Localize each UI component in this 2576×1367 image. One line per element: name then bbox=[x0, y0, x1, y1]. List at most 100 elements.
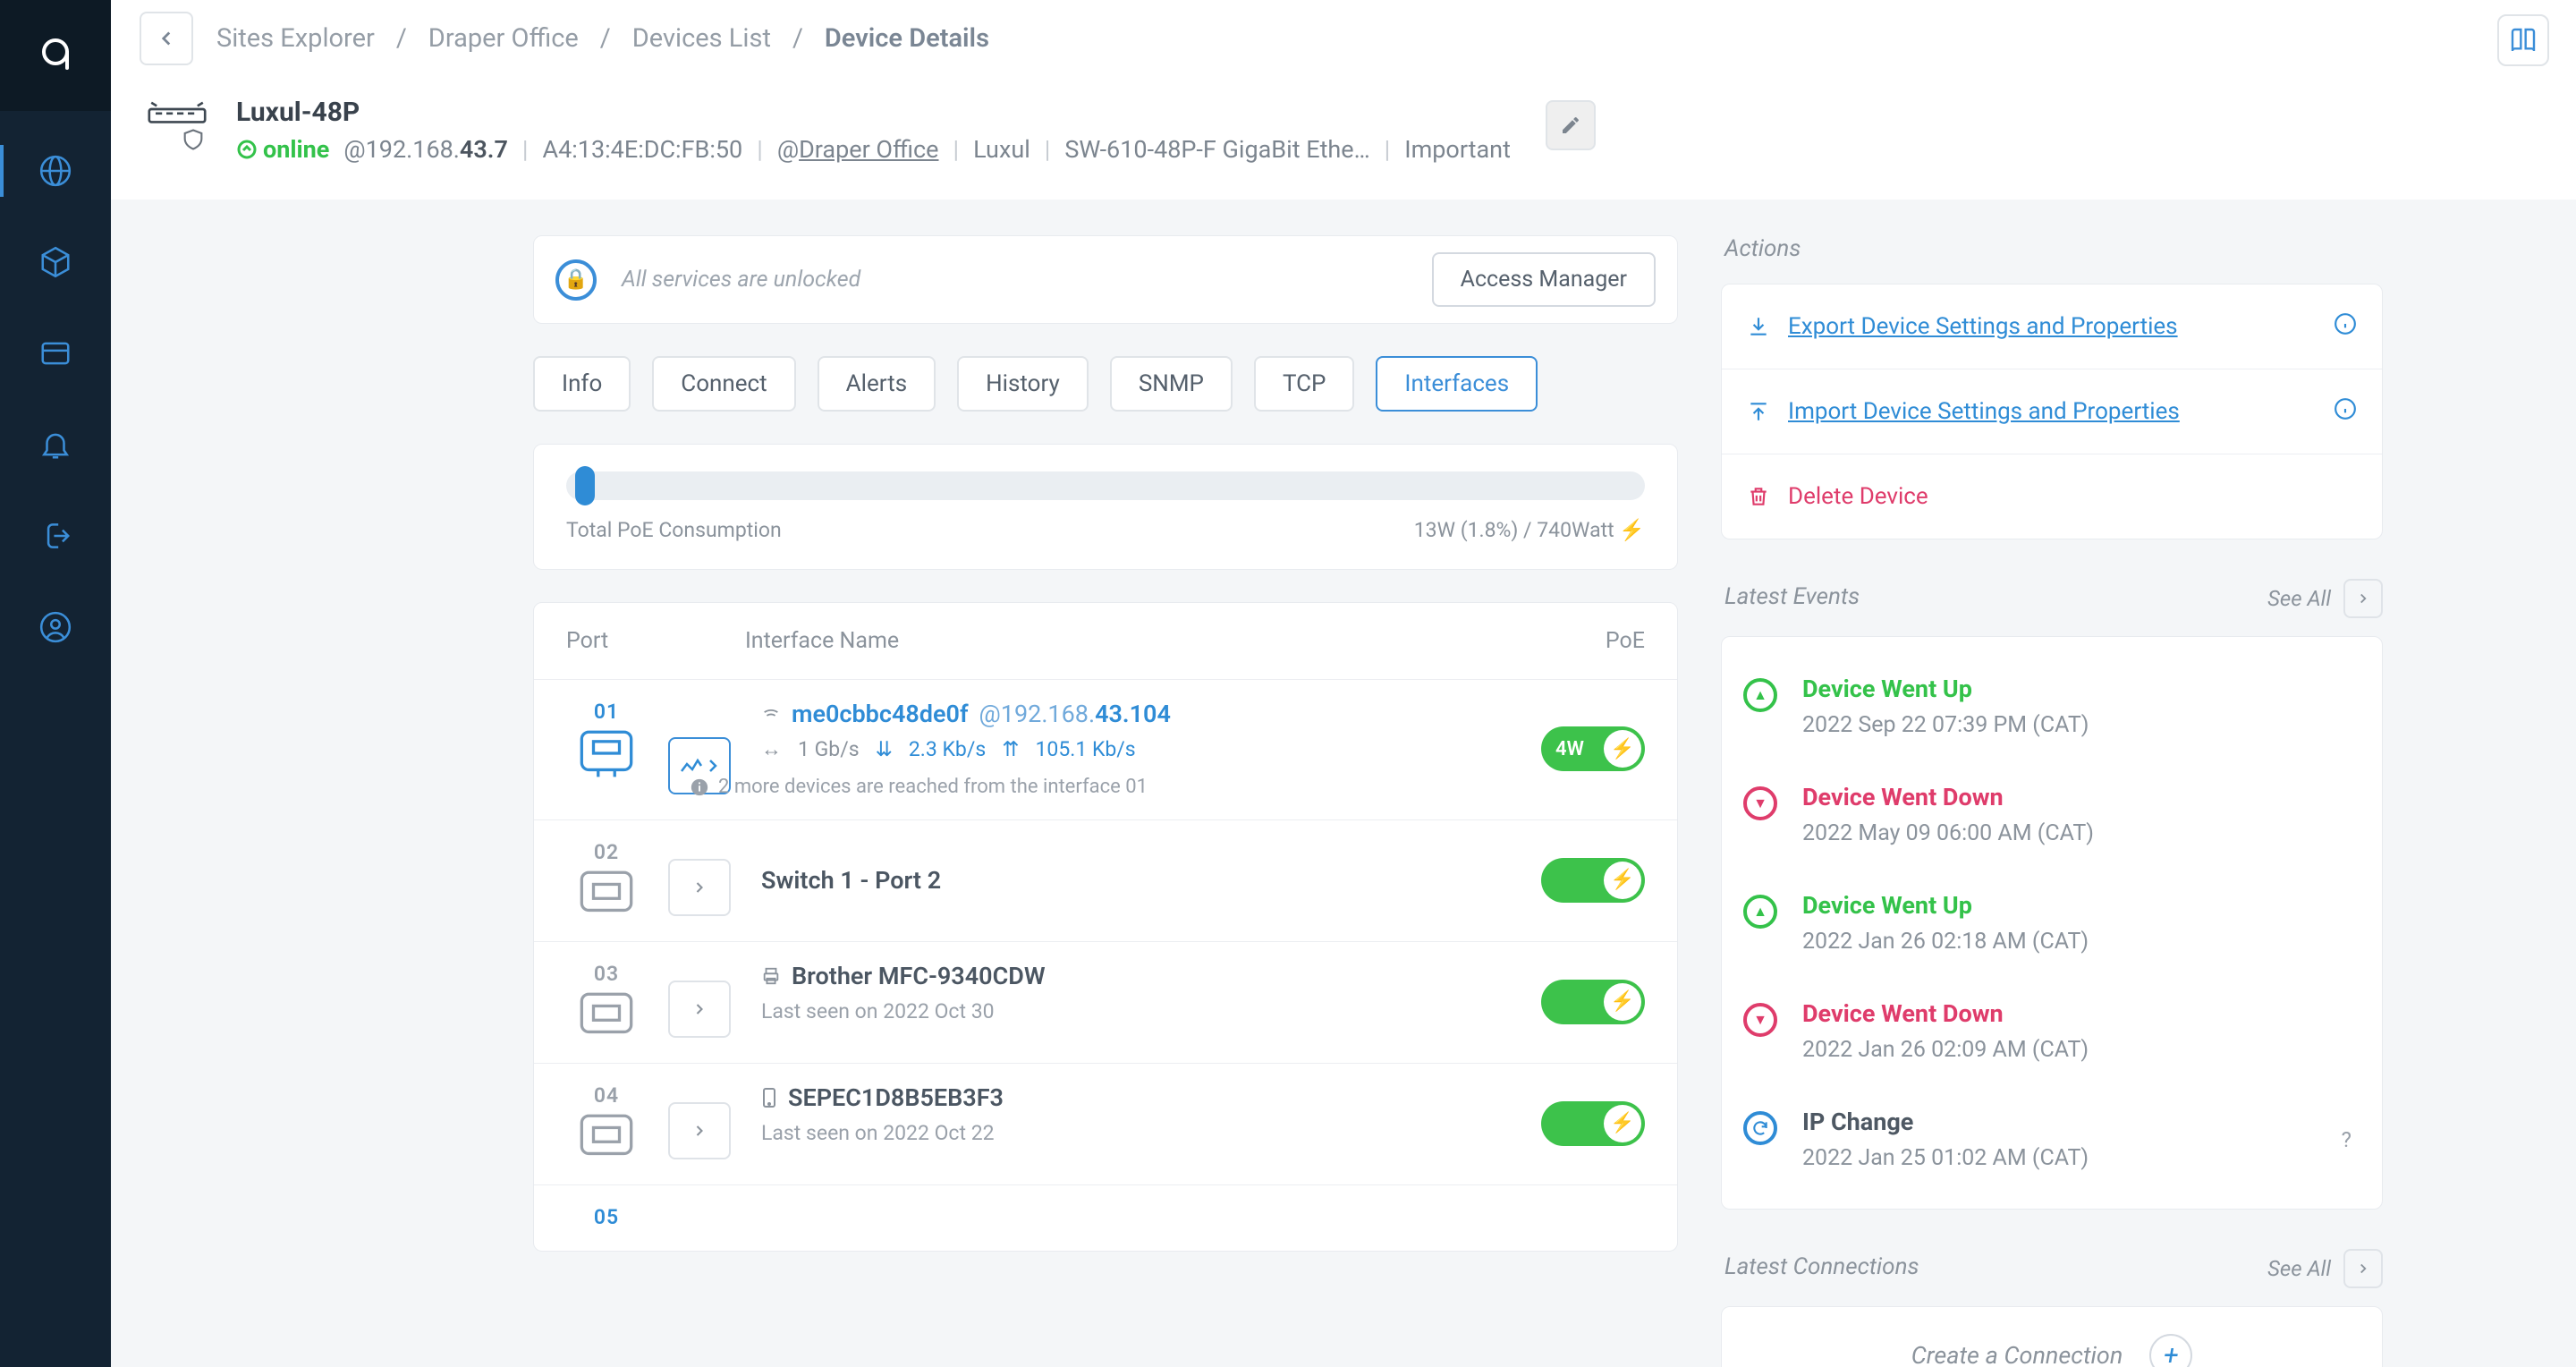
poe-value: 13W (1.8%) / 740Watt ⚡ bbox=[1414, 518, 1645, 542]
port-name: Switch 1 - Port 2 bbox=[761, 866, 1520, 895]
import-action[interactable]: Import Device Settings and Properties bbox=[1722, 369, 2382, 454]
export-action[interactable]: Export Device Settings and Properties bbox=[1722, 284, 2382, 369]
bolt-icon: ⚡ bbox=[1604, 983, 1641, 1021]
bolt-icon: ⚡ bbox=[1604, 730, 1641, 768]
device-site[interactable]: @Draper Office bbox=[777, 135, 939, 164]
port-number: 01 bbox=[594, 700, 619, 724]
port-expand-button[interactable] bbox=[668, 981, 731, 1038]
tab-tcp[interactable]: TCP bbox=[1254, 356, 1354, 412]
port-icon bbox=[577, 989, 636, 1041]
port-active-icon bbox=[577, 727, 636, 779]
up-icon: ▲ bbox=[1743, 678, 1777, 712]
upload-icon bbox=[1747, 400, 1770, 423]
breadcrumb: Sites Explorer/ Draper Office/ Devices L… bbox=[216, 23, 989, 54]
tab-interfaces[interactable]: Interfaces bbox=[1376, 356, 1538, 412]
poe-consumption-box: Total PoE Consumption 13W (1.8%) / 740Wa… bbox=[533, 444, 1678, 570]
back-button[interactable] bbox=[140, 12, 193, 65]
poe-toggle[interactable]: ⚡ bbox=[1541, 1101, 1645, 1146]
nav-logout-icon[interactable] bbox=[0, 519, 111, 553]
sync-icon bbox=[1743, 1111, 1777, 1145]
down-icon: ▼ bbox=[1743, 1003, 1777, 1037]
port-number: 04 bbox=[594, 1083, 619, 1108]
connections-label: Latest Connections bbox=[1721, 1253, 1919, 1284]
info-icon[interactable] bbox=[2334, 312, 2357, 342]
event-row: ▲ Device Went Up2022 Jan 26 02:18 AM (CA… bbox=[1743, 875, 2373, 983]
access-status-text: All services are unlocked bbox=[622, 267, 860, 293]
access-manager-box: 🔒 All services are unlocked Access Manag… bbox=[533, 235, 1678, 324]
port-device-name: SEPEC1D8B5EB3F3 bbox=[761, 1083, 1520, 1112]
chevron-right-icon[interactable] bbox=[2343, 579, 2383, 618]
port-number: 03 bbox=[594, 962, 619, 986]
breadcrumb-sites[interactable]: Sites Explorer bbox=[216, 23, 375, 54]
access-manager-button[interactable]: Access Manager bbox=[1432, 252, 1656, 307]
plus-icon[interactable]: + bbox=[2149, 1334, 2192, 1367]
app-sidebar bbox=[0, 0, 111, 1367]
port-row: 02 Switch 1 - Port 2 ⚡ bbox=[534, 819, 1677, 941]
question-icon[interactable]: ? bbox=[2342, 1127, 2351, 1152]
port-lastseen: Last seen on 2022 Oct 30 bbox=[761, 999, 1520, 1023]
bolt-icon: ⚡ bbox=[1604, 862, 1641, 899]
nav-user-icon[interactable] bbox=[0, 610, 111, 644]
app-logo[interactable] bbox=[0, 0, 111, 111]
poe-toggle[interactable]: 4W ⚡ bbox=[1541, 726, 1645, 771]
main-content: Sites Explorer/ Draper Office/ Devices L… bbox=[111, 0, 2576, 1367]
tab-connect[interactable]: Connect bbox=[652, 356, 795, 412]
bolt-icon: ⚡ bbox=[1619, 518, 1645, 542]
event-row: ▲ Device Went Up2022 Sep 22 07:39 PM (CA… bbox=[1743, 658, 2373, 767]
bolt-icon: ⚡ bbox=[1604, 1105, 1641, 1142]
download-icon: ⇊ bbox=[876, 737, 893, 761]
port-number: 02 bbox=[594, 840, 619, 864]
edit-button[interactable] bbox=[1546, 100, 1596, 150]
breadcrumb-office[interactable]: Draper Office bbox=[428, 23, 579, 54]
tab-history[interactable]: History bbox=[957, 356, 1089, 412]
create-connection-box[interactable]: Create a Connection + bbox=[1721, 1306, 2383, 1367]
poe-label: Total PoE Consumption bbox=[566, 518, 782, 542]
port-row: 04 SEPEC1D8B5EB3F3 Last seen on 2022 Oct… bbox=[534, 1063, 1677, 1184]
nav-bell-icon[interactable] bbox=[0, 428, 111, 462]
see-all-connections[interactable]: See All bbox=[2267, 1256, 2331, 1281]
breadcrumb-devices[interactable]: Devices List bbox=[632, 23, 771, 54]
see-all-events[interactable]: See All bbox=[2267, 586, 2331, 611]
wifi-icon bbox=[761, 704, 781, 724]
events-box: ▲ Device Went Up2022 Sep 22 07:39 PM (CA… bbox=[1721, 636, 2383, 1210]
nav-card-icon[interactable] bbox=[0, 336, 111, 370]
down-icon: ▼ bbox=[1743, 786, 1777, 820]
port-row: 03 Brother MFC-9340CDW Last seen on 2022… bbox=[534, 941, 1677, 1063]
poe-toggle[interactable]: ⚡ bbox=[1541, 858, 1645, 903]
port-expand-button[interactable] bbox=[668, 1102, 731, 1159]
speed-icon: ↔ bbox=[761, 737, 782, 761]
port-expand-button[interactable] bbox=[668, 859, 731, 916]
actions-label: Actions bbox=[1721, 235, 2383, 266]
download-icon bbox=[1747, 315, 1770, 338]
trash-icon bbox=[1747, 485, 1770, 508]
status-badge: online bbox=[236, 135, 329, 164]
port-row: 05 bbox=[534, 1184, 1677, 1251]
device-header: Luxul-48P online @192.168.43.7 | A4:13:4… bbox=[111, 79, 2576, 200]
port-number: 05 bbox=[594, 1205, 619, 1229]
info-icon bbox=[690, 777, 709, 797]
device-model: SW-610-48P-F GigaBit Ethe… bbox=[1064, 135, 1369, 164]
event-row: IP Change2022 Jan 25 01:02 AM (CAT) ? bbox=[1743, 1091, 2373, 1200]
topbar: Sites Explorer/ Draper Office/ Devices L… bbox=[111, 0, 2576, 79]
poe-bar[interactable] bbox=[566, 471, 1645, 500]
tab-alerts[interactable]: Alerts bbox=[818, 356, 936, 412]
event-row: ▼ Device Went Down2022 May 09 06:00 AM (… bbox=[1743, 767, 2373, 875]
phone-icon bbox=[761, 1087, 777, 1108]
port-icon bbox=[577, 868, 636, 920]
help-book-icon[interactable] bbox=[2497, 14, 2549, 66]
tab-info[interactable]: Info bbox=[533, 356, 631, 412]
chevron-right-icon[interactable] bbox=[2343, 1249, 2383, 1288]
delete-action[interactable]: Delete Device bbox=[1722, 454, 2382, 539]
upload-icon: ⇈ bbox=[1002, 737, 1019, 761]
info-icon[interactable] bbox=[2334, 397, 2357, 427]
device-tabs: Info Connect Alerts History SNMP TCP Int… bbox=[533, 356, 1678, 412]
poe-handle[interactable] bbox=[575, 466, 595, 505]
nav-globe-icon[interactable] bbox=[0, 154, 111, 188]
poe-toggle[interactable]: ⚡ bbox=[1541, 980, 1645, 1024]
port-device-name[interactable]: me0cbbc48de0f @192.168.43.104 bbox=[761, 700, 1520, 728]
nav-cube-icon[interactable] bbox=[0, 245, 111, 279]
port-note: 2 more devices are reached from the inte… bbox=[690, 776, 1520, 798]
device-name: Luxul-48P bbox=[236, 97, 1511, 128]
tab-snmp[interactable]: SNMP bbox=[1110, 356, 1233, 412]
col-poe: PoE bbox=[1606, 628, 1645, 654]
